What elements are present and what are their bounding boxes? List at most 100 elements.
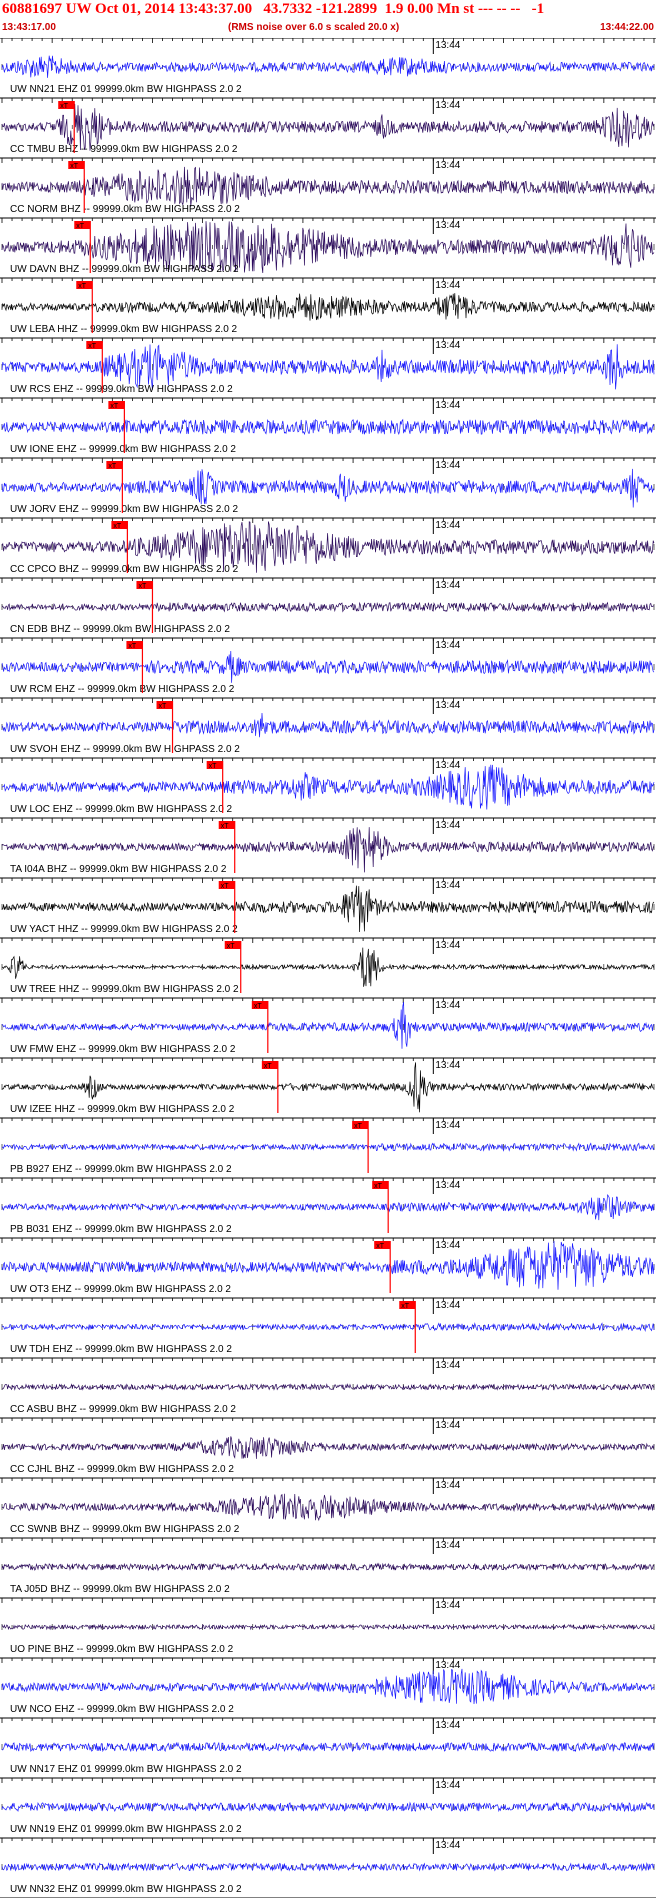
minute-label: 13:44 [435,1540,460,1551]
station-label: CC NORM BHZ -- 99999.0km BW HIGHPASS 2.0… [10,204,240,215]
minute-label: 13:44 [435,580,460,591]
pick-label: xT [254,1003,262,1010]
waveform-trace [1,1142,655,1152]
pick-label: xT [354,1123,363,1130]
station-label: UW RCM EHZ -- 99999.0km BW HIGHPASS 2.0 … [10,684,235,695]
waveform-trace [1,166,655,207]
station-label: UW IZEE HHZ -- 99999.0km BW HIGHPASS 2.0… [10,1104,235,1115]
pick-label: xT [221,883,230,890]
waveform-trace [1,1741,655,1753]
station-label: UW NN32 EHZ 01 99999.0km BW HIGHPASS 2.0… [10,1884,242,1895]
waveform-trace [1,764,655,810]
pick-label: xT [227,943,236,950]
waveform-trace [1,1801,655,1813]
station-label: UW JORV EHZ -- 99999.0km BW HIGHPASS 2.0… [10,504,238,515]
minute-label: 13:44 [435,1840,460,1851]
pick-label: xT [128,643,137,650]
waveform-trace [1,293,655,321]
station-label: UW NN17 EHZ 01 99999.0km BW HIGHPASS 2.0… [10,1764,242,1775]
pick-label: xT [138,583,147,590]
station-label: UW NN21 EHZ 01 99999.0km BW HIGHPASS 2.0… [10,84,242,95]
pick-label: xT [78,283,87,290]
station-label: UW NCO EHZ -- 99999.0km BW HIGHPASS 2.0 … [10,1704,234,1715]
station-label: CC SWNB BHZ -- 99999.0km BW HIGHPASS 2.0… [10,1524,240,1535]
minute-label: 13:44 [435,1060,460,1071]
rms-subtitle: (RMS noise over 6.0 s scaled 20.0 x) [228,22,400,33]
station-label: TA J05D BHZ -- 99999.0km BW HIGHPASS 2.0… [10,1584,230,1595]
minute-label: 13:44 [435,1300,460,1311]
waveform-trace [1,650,655,683]
minute-label: 13:44 [435,640,460,651]
pick-label: xT [159,703,168,710]
station-label: CC TMBU BHZ -- 99999.0km BW HIGHPASS 2.0… [10,144,238,155]
station-label: UW RCS EHZ -- 99999.0km BW HIGHPASS 2.0 … [10,384,233,395]
waveform-trace [1,601,655,613]
pick-label: xT [110,403,119,410]
waveform-trace [1,712,655,738]
waveform-trace [1,1193,655,1221]
station-label: UW LOC EHZ -- 99999.0km BW HIGHPASS 2.0 … [10,804,233,815]
minute-label: 13:44 [435,880,460,891]
minute-label: 13:44 [435,1120,460,1131]
station-label: UW TREE HHZ -- 99999.0km BW HIGHPASS 2.0… [10,984,239,995]
waveform-trace [1,1623,655,1631]
pick-label: xT [76,223,85,230]
pick-label: xT [60,103,69,110]
minute-label: 13:44 [435,40,460,51]
pick-label: xT [264,1063,273,1070]
minute-label: 13:44 [435,520,460,531]
station-label: TA I04A BHZ -- 99999.0km BW HIGHPASS 2.0… [10,864,227,875]
station-label: PB B927 EHZ -- 99999.0km BW HIGHPASS 2.0… [10,1164,232,1175]
waveform-trace [1,468,655,508]
waveform-trace [1,1493,655,1522]
station-label: UO PINE BHZ -- 99999.0km BW HIGHPASS 2.0… [10,1644,234,1655]
pick-label: xT [88,343,97,350]
pick-label: xT [401,1303,410,1310]
station-label: PB B031 EHZ -- 99999.0km BW HIGHPASS 2.0… [10,1224,232,1235]
station-label: CC ASBU BHZ -- 99999.0km BW HIGHPASS 2.0… [10,1404,236,1415]
station-label: UW NN19 EHZ 01 99999.0km BW HIGHPASS 2.0… [10,1824,242,1835]
minute-label: 13:44 [435,1720,460,1731]
minute-label: 13:44 [435,940,460,951]
pick-label: xT [376,1243,385,1250]
station-label: UW OT3 EHZ -- 99999.0km BW HIGHPASS 2.0 … [10,1284,231,1295]
waveform-trace [1,1322,655,1332]
end-time: 13:44:22.00 [600,22,654,33]
minute-label: 13:44 [435,1180,460,1191]
start-time: 13:43:17.00 [2,22,56,33]
waveform-trace [1,1668,655,1705]
minute-label: 13:44 [435,400,460,411]
minute-label: 13:44 [435,760,460,771]
minute-label: 13:44 [435,340,460,351]
minute-label: 13:44 [435,820,460,831]
station-label: UW TDH EHZ -- 99999.0km BW HIGHPASS 2.0 … [10,1344,232,1355]
pick-label: xT [113,523,122,530]
waveform-trace [1,55,655,78]
minute-label: 13:44 [435,280,460,291]
seismogram-plot: 13:44 UW NN21 EHZ 01 99999.0km BW HIGHPAS… [0,38,656,1898]
plot-header: 60881697 UW Oct 01, 2014 13:43:37.00 43.… [0,0,656,38]
station-label: UW IONE EHZ -- 99999.0km BW HIGHPASS 2.0… [10,444,236,455]
station-label: UW DAVN BHZ -- 99999.0km BW HIGHPASS 2.0… [10,264,239,275]
waveform-trace [1,1862,655,1872]
minute-label: 13:44 [435,700,460,711]
waveform-trace [1,1383,655,1391]
station-label: UW YACT HHZ -- 99999.0km BW HIGHPASS 2.0… [10,924,238,935]
event-title: 60881697 UW Oct 01, 2014 13:43:37.00 43.… [2,1,545,17]
station-label: UW LEBA HHZ -- 99999.0km BW HIGHPASS 2.0… [10,324,238,335]
waveform-trace [1,1240,655,1290]
pick-label: xT [209,763,218,770]
minute-label: 13:44 [435,1420,460,1431]
waveform-trace [1,418,655,436]
station-label: UW SVOH EHZ -- 99999.0km BW HIGHPASS 2.0… [10,744,240,755]
minute-label: 13:44 [435,100,460,111]
pick-label: xT [221,823,230,830]
minute-label: 13:44 [435,1780,460,1791]
station-label: CC CJHL BHZ -- 99999.0km BW HIGHPASS 2.0… [10,1464,234,1475]
minute-label: 13:44 [435,1480,460,1491]
waveform-trace [1,1562,655,1572]
minute-label: 13:44 [435,1240,460,1251]
station-label: CN EDB BHZ -- 99999.0km BW HIGHPASS 2.0 … [10,624,230,635]
waveform-trace [1,344,655,390]
waveform-trace [1,1436,655,1459]
